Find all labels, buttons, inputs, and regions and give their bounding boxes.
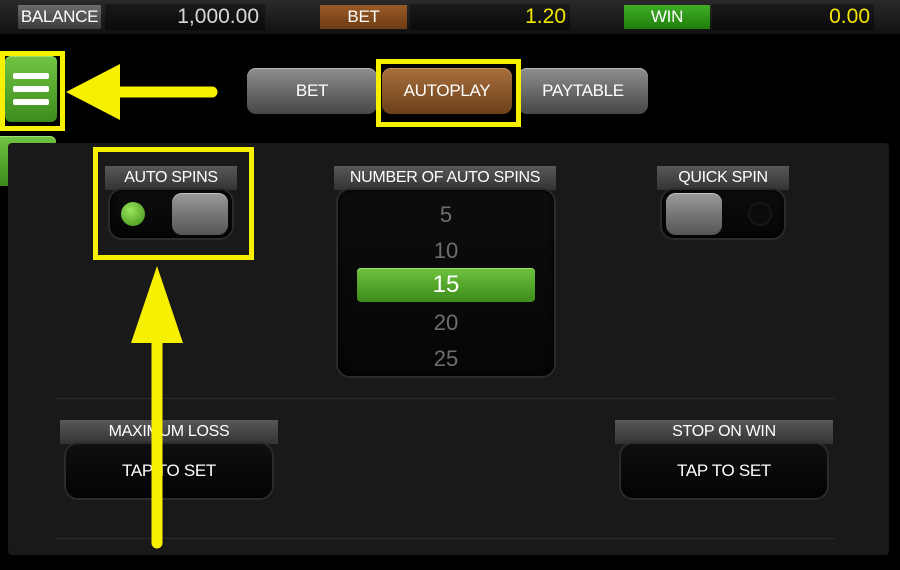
spin-option[interactable]: 5: [338, 202, 554, 228]
arrow-left-annotation: [66, 64, 218, 120]
toggle-off-indicator: [748, 202, 772, 226]
divider: [55, 398, 835, 399]
bet-value: 1.20: [410, 4, 570, 30]
highlight-box-auto-spins: [93, 147, 254, 260]
stop-on-win-button[interactable]: TAP TO SET: [621, 444, 827, 498]
balance-value: 1,000.00: [105, 4, 265, 30]
maximum-loss-button[interactable]: TAP TO SET: [66, 444, 272, 498]
spin-option-selected[interactable]: 15: [357, 268, 535, 302]
spin-option[interactable]: 20: [338, 310, 554, 336]
toggle-knob[interactable]: [666, 193, 722, 235]
status-bar: BALANCE 1,000.00 BET 1.20 WIN 0.00: [0, 0, 900, 34]
maximum-loss-header: MAXIMUM LOSS: [60, 420, 278, 444]
stop-on-win-header: STOP ON WIN: [615, 420, 833, 444]
quick-spin-header: QUICK SPIN: [657, 166, 789, 190]
win-label: WIN: [624, 5, 710, 29]
bet-label: BET: [320, 5, 407, 29]
divider: [55, 538, 835, 539]
tab-bet[interactable]: BET: [247, 68, 377, 114]
win-value: 0.00: [712, 4, 874, 30]
tab-paytable[interactable]: PAYTABLE: [518, 68, 648, 114]
number-of-auto-spins-header: NUMBER OF AUTO SPINS: [334, 166, 556, 190]
highlight-box-autoplay: [376, 59, 521, 127]
spin-option[interactable]: 10: [338, 238, 554, 264]
quick-spin-toggle[interactable]: [662, 190, 784, 238]
highlight-box-menu: [0, 51, 65, 131]
spin-option[interactable]: 25: [338, 346, 554, 372]
balance-label: BALANCE: [18, 5, 101, 29]
